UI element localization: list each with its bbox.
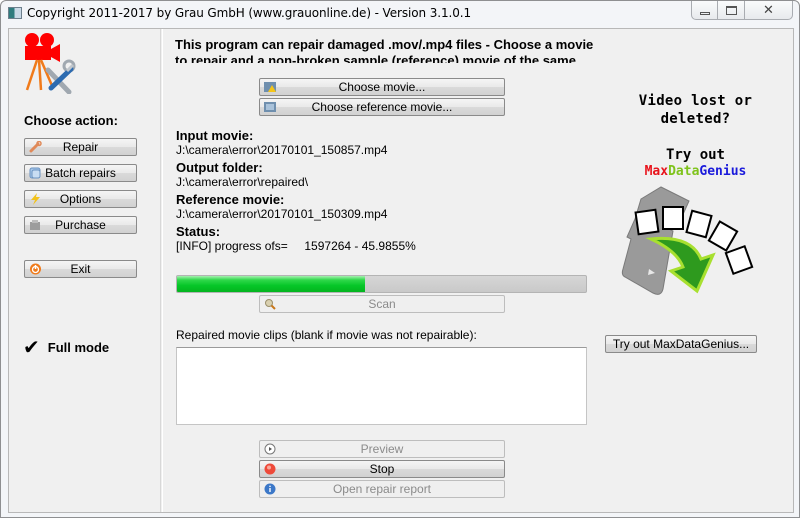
- full-mode-indicator: ✔ Full mode: [23, 337, 109, 357]
- scan-button[interactable]: Scan: [259, 295, 505, 313]
- sidebar: Choose action: Repair Batch repairs Opti…: [9, 29, 161, 512]
- status-info: Status: [INFO] progress ofs= 1597264 - 4…: [176, 224, 416, 254]
- output-folder-info: Output folder: J:\camera\error\repaired\: [176, 160, 309, 190]
- options-label: Options: [59, 192, 102, 206]
- app-icon: [8, 7, 22, 19]
- output-folder-value: J:\camera\error\repaired\: [176, 175, 309, 189]
- checkmark-icon: ✔: [23, 335, 40, 359]
- intro-text: This program can repair damaged .mov/.mp…: [175, 37, 594, 63]
- maximize-button[interactable]: [718, 1, 745, 20]
- power-icon: [30, 263, 41, 275]
- intro-text-container: This program can repair damaged .mov/.mp…: [175, 37, 605, 63]
- reference-movie-value: J:\camera\error\20170101_150309.mp4: [176, 207, 388, 221]
- maximize-icon: [725, 5, 737, 15]
- sd-card-recovery-icon: [621, 186, 754, 295]
- magnifier-icon: [265, 299, 276, 310]
- lightning-icon: [31, 193, 40, 205]
- progress-fill: [177, 276, 366, 292]
- camera-repair-logo-icon: [25, 33, 76, 94]
- purchase-button[interactable]: Purchase: [24, 216, 137, 234]
- cart-icon: [30, 220, 40, 230]
- reference-movie-info: Reference movie: J:\camera\error\2017010…: [176, 192, 388, 222]
- open-repair-report-button[interactable]: Open repair report: [259, 480, 505, 498]
- full-mode-label: Full mode: [47, 339, 110, 355]
- input-movie-value: J:\camera\error\20170101_150857.mp4: [176, 143, 388, 157]
- input-movie-label: Input movie:: [176, 128, 254, 143]
- movie-icon: [264, 102, 276, 112]
- repair-label: Repair: [62, 140, 99, 154]
- window-controls: ✕: [691, 1, 793, 21]
- wrench-icon: [29, 141, 42, 153]
- brand-max: Max: [644, 164, 669, 179]
- output-folder-label: Output folder:: [176, 160, 263, 175]
- choose-movie-button[interactable]: Choose movie...: [259, 78, 505, 96]
- promo-question: Video lost or deleted?: [603, 92, 788, 128]
- play-icon: [264, 443, 276, 455]
- scan-label: Scan: [368, 297, 396, 311]
- stop-icon: [264, 463, 276, 475]
- close-button[interactable]: ✕: [745, 1, 793, 20]
- try-maxdatagenius-button[interactable]: Try out MaxDataGenius...: [605, 335, 757, 353]
- app-window: Copyright 2011-2017 by Grau GmbH (www.gr…: [0, 0, 800, 518]
- movie-warning-icon: [264, 82, 276, 92]
- promo-try-out: Try out: [665, 147, 725, 163]
- choose-reference-movie-button[interactable]: Choose reference movie...: [259, 98, 505, 116]
- preview-label: Preview: [360, 442, 404, 456]
- exit-button[interactable]: Exit: [24, 260, 137, 278]
- info-icon: [264, 483, 276, 495]
- reference-movie-label: Reference movie:: [176, 192, 285, 207]
- options-button[interactable]: Options: [24, 190, 137, 208]
- promo-brand: MaxDataGenius: [603, 164, 788, 180]
- promo-question-line1: Video lost or: [638, 93, 753, 109]
- title-bar: Copyright 2011-2017 by Grau GmbH (www.gr…: [1, 1, 799, 27]
- try-maxdatagenius-label: Try out MaxDataGenius...: [612, 337, 750, 351]
- stop-button[interactable]: Stop: [259, 460, 505, 478]
- choose-movie-label: Choose movie...: [338, 80, 426, 94]
- preview-button[interactable]: Preview: [259, 440, 505, 458]
- choose-action-heading: Choose action:: [24, 113, 118, 128]
- batch-repairs-label: Batch repairs: [45, 166, 116, 180]
- close-icon: ✕: [763, 2, 774, 18]
- choose-reference-label: Choose reference movie...: [311, 100, 453, 114]
- promo-question-line2: deleted?: [660, 111, 731, 127]
- batch-repairs-button[interactable]: Batch repairs: [24, 164, 137, 182]
- status-label: Status:: [176, 224, 221, 239]
- brand-data: Data: [668, 164, 700, 179]
- minimize-button[interactable]: [691, 1, 718, 20]
- client-area: Choose action: Repair Batch repairs Opti…: [8, 28, 794, 513]
- minimize-icon: [699, 11, 710, 15]
- exit-label: Exit: [70, 262, 91, 276]
- stop-label: Stop: [369, 462, 395, 476]
- repaired-clips-label: Repaired movie clips (blank if movie was…: [176, 328, 477, 342]
- open-repair-report-label: Open repair report: [332, 482, 432, 496]
- repair-button[interactable]: Repair: [24, 138, 137, 156]
- input-movie-info: Input movie: J:\camera\error\20170101_15…: [176, 128, 388, 158]
- sidebar-divider: [162, 29, 163, 512]
- purchase-label: Purchase: [55, 218, 106, 232]
- batch-icon: [29, 167, 41, 179]
- window-title: Copyright 2011-2017 by Grau GmbH (www.gr…: [27, 6, 471, 20]
- status-value: [INFO] progress ofs= 1597264 - 45.9855%: [176, 239, 416, 253]
- repaired-clips-list[interactable]: [176, 347, 587, 425]
- progress-bar: [176, 275, 587, 293]
- brand-genius: Genius: [699, 164, 747, 179]
